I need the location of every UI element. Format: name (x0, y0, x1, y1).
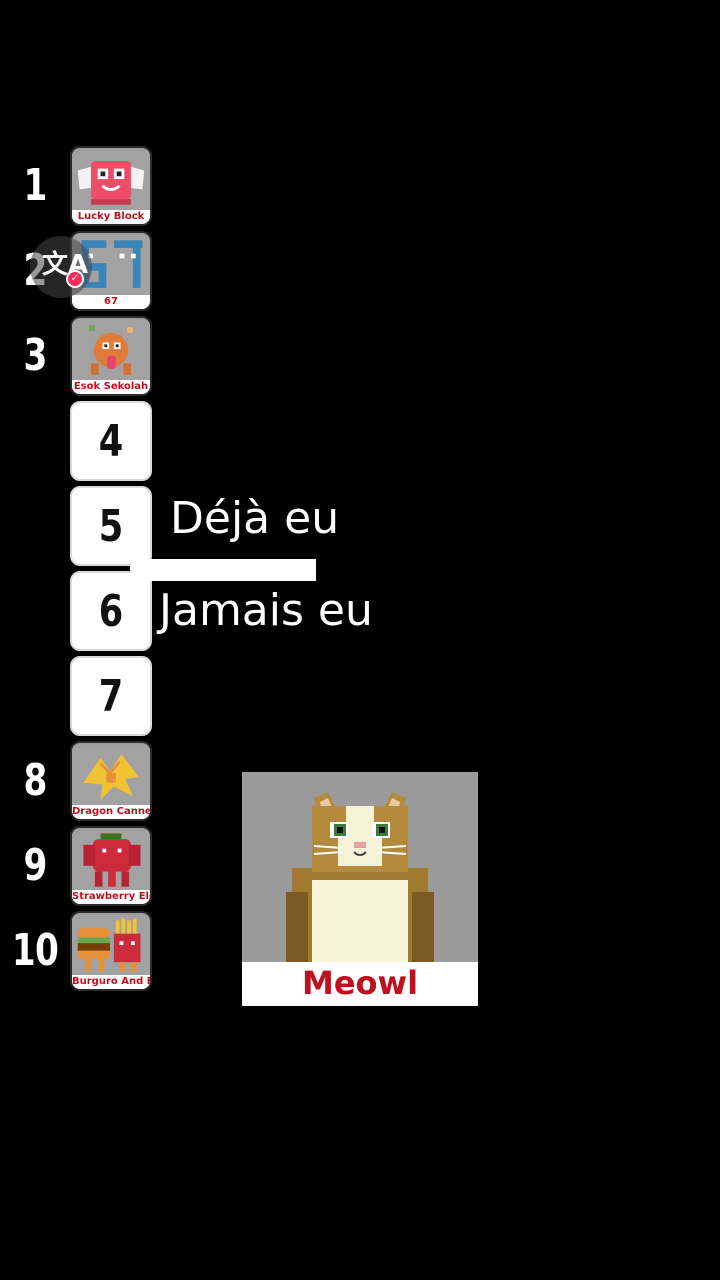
rank-number-3: 3 (23, 330, 47, 381)
check-badge-icon: ✓ (66, 270, 84, 288)
esok-sekolah-icon (72, 319, 150, 383)
tier-slot-9[interactable]: Strawberry Elephant (70, 826, 152, 906)
tier-slot-6[interactable]: 6 (70, 571, 152, 651)
slot-caption: Dragon Cannelloni (72, 805, 150, 819)
candidate-label: Meowl (301, 964, 419, 1002)
slot-caption: Burguro And Fryuro (72, 975, 150, 989)
caption-line-deja-eu: Déjà eu (170, 493, 340, 544)
tier-slot-5[interactable]: 5 (70, 486, 152, 566)
caption-divider-bar (130, 559, 316, 581)
translate-button[interactable]: 文A ✓ (30, 236, 92, 298)
slot-number: 7 (98, 671, 124, 722)
tier-slot-3[interactable]: Esok Sekolah (70, 316, 152, 396)
rank-number-10: 10 (11, 925, 59, 976)
tier-slot-10[interactable]: Burguro And Fryuro (70, 911, 152, 991)
slot-caption: 67 (72, 295, 150, 309)
tier-slot-1[interactable]: Lucky Block (70, 146, 152, 226)
rank-number-8: 8 (23, 755, 47, 806)
strawberry-elephant-icon (72, 829, 150, 893)
lucky-block-icon (72, 149, 150, 213)
rank-number-1: 1 (23, 160, 47, 211)
slot-number: 4 (98, 416, 124, 467)
slot-caption: Strawberry Elephant (72, 890, 150, 904)
dragon-cannelloni-icon (72, 744, 150, 808)
slot-number: 5 (98, 501, 124, 552)
tier-slot-7[interactable]: 7 (70, 656, 152, 736)
tier-slot-8[interactable]: Dragon Cannelloni (70, 741, 152, 821)
caption-line-jamais-eu: Jamais eu (159, 585, 373, 636)
tier-slot-4[interactable]: 4 (70, 401, 152, 481)
burguro-fryuro-icon (72, 914, 150, 978)
slot-caption: Lucky Block (72, 210, 150, 224)
rank-number-9: 9 (23, 840, 47, 891)
slot-caption: Esok Sekolah (72, 380, 150, 394)
slot-number: 6 (98, 586, 124, 637)
meowl-cat-icon (242, 772, 478, 962)
candidate-card[interactable]: Meowl (242, 772, 478, 1006)
